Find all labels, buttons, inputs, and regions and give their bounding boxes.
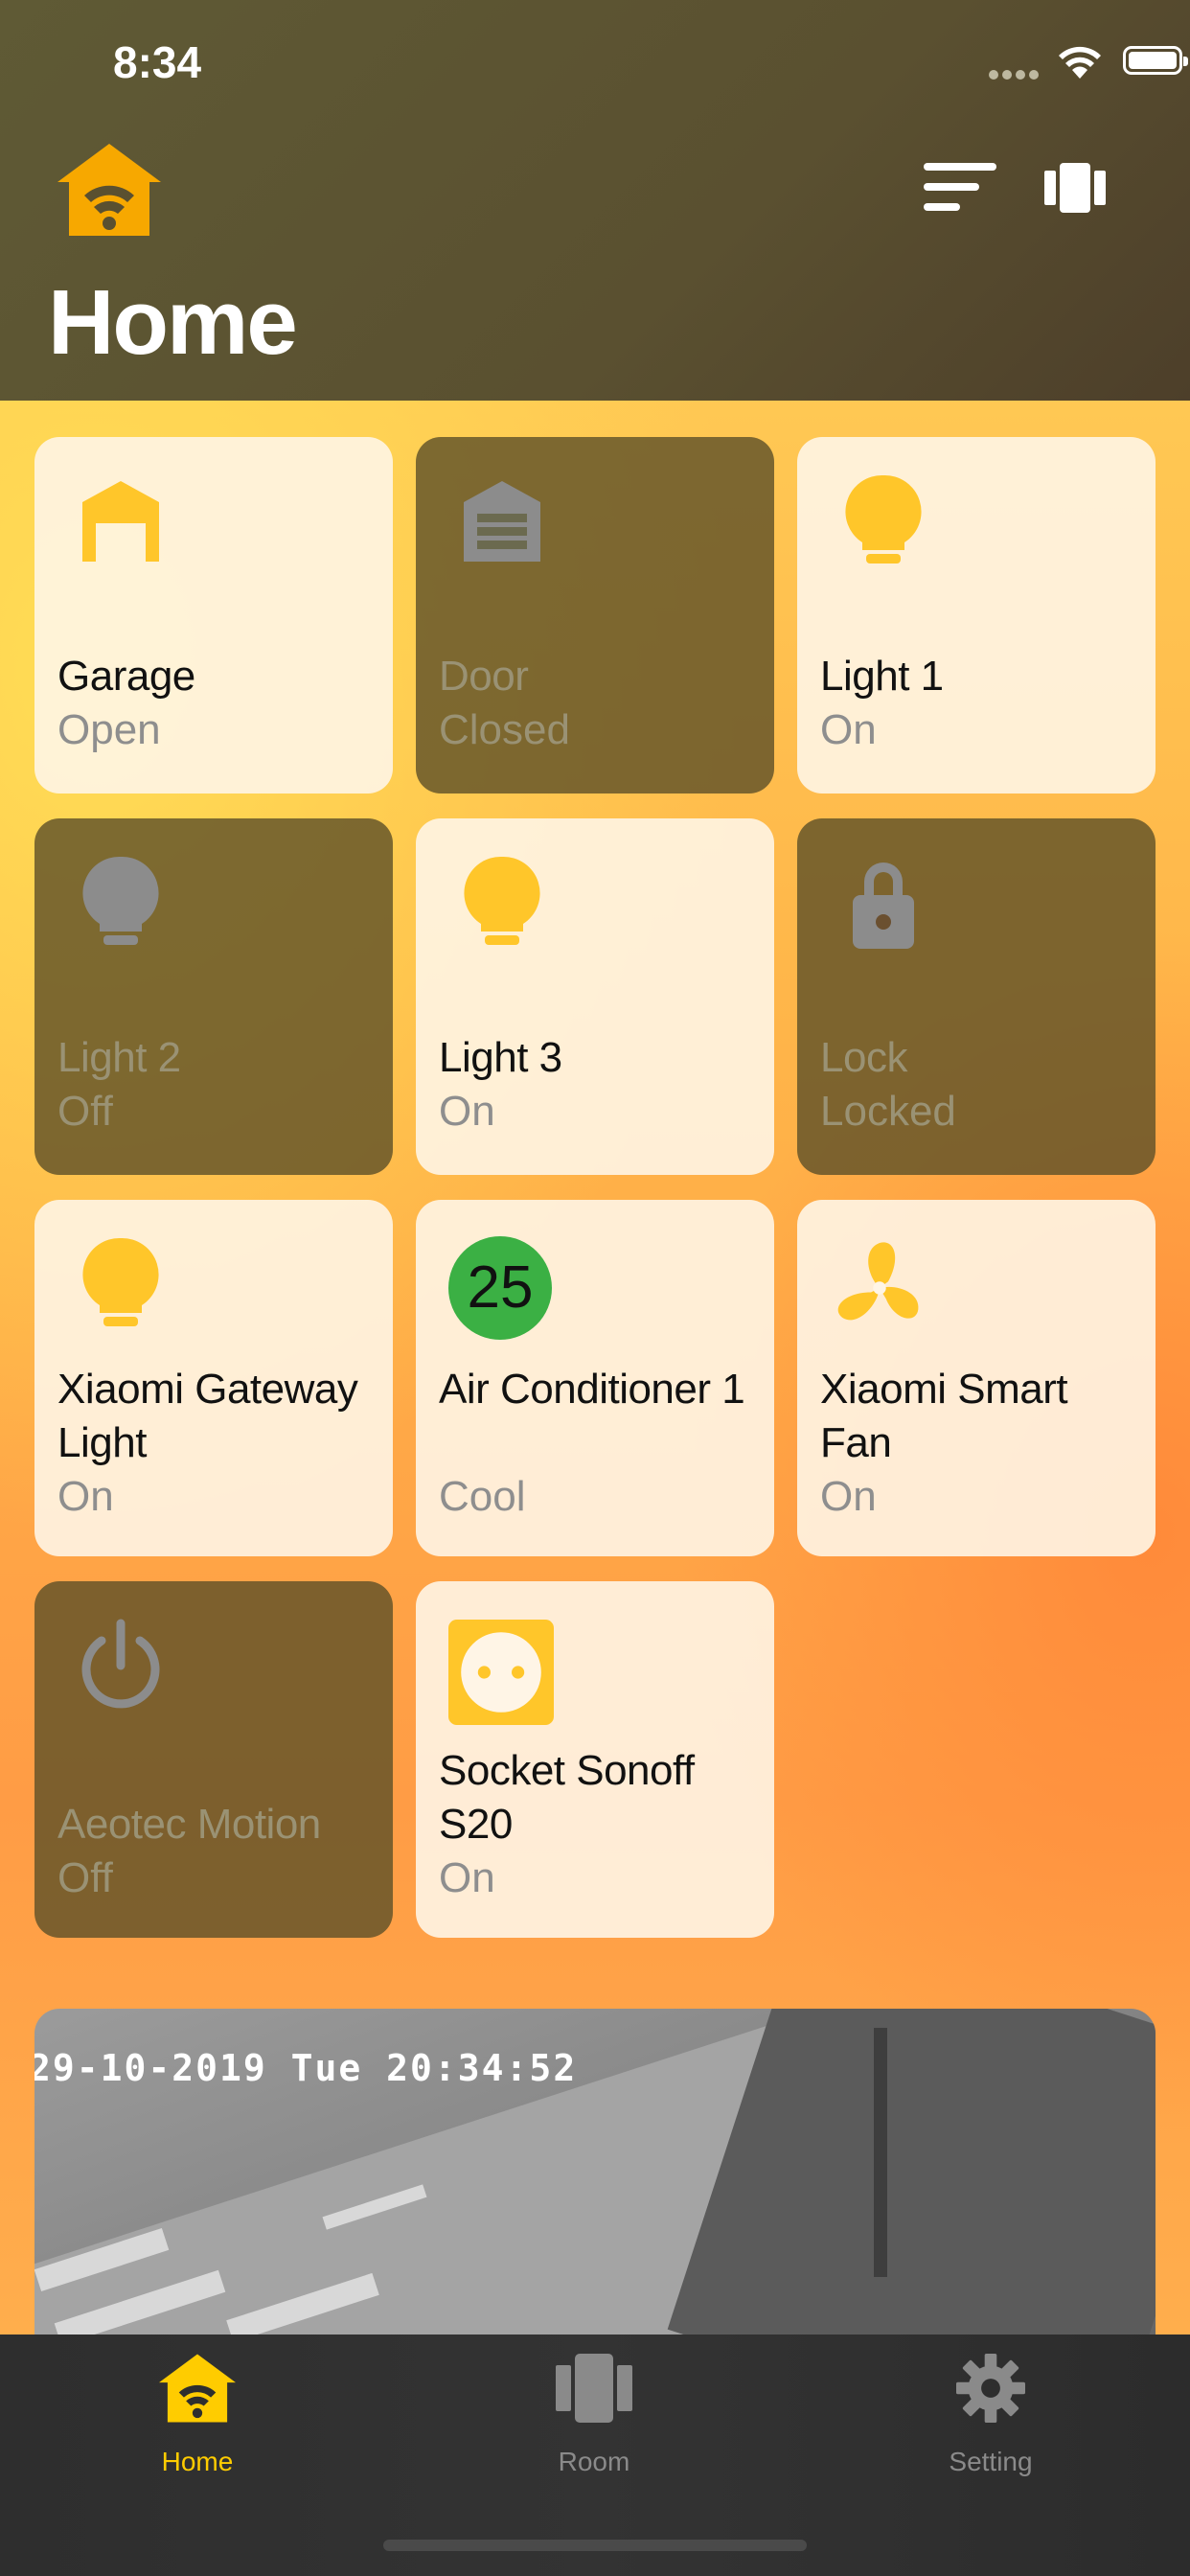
tab-home[interactable]: Home <box>102 2354 293 2507</box>
power-icon <box>81 1619 160 1709</box>
device-name: Door <box>439 653 529 700</box>
device-state: On <box>439 1088 495 1135</box>
sort-icon[interactable] <box>924 163 996 213</box>
gear-icon <box>956 2354 1025 2423</box>
garage-open-icon <box>82 481 159 562</box>
tab-room[interactable]: Room <box>498 2354 690 2507</box>
tab-label: Home <box>161 2447 234 2476</box>
camera-timestamp: 29-10-2019 Tue 20:34:52 <box>34 2047 578 2089</box>
bulb-icon <box>845 474 922 564</box>
device-state: Open <box>57 706 161 753</box>
device-tile-garage[interactable]: Garage Open <box>34 437 393 794</box>
device-tile-xiaomi-gateway-light[interactable]: Xiaomi Gateway Light On <box>34 1200 393 1556</box>
page-title: Home <box>48 271 298 374</box>
status-time: 8:34 <box>113 37 202 87</box>
device-tile-socket-sonoff-s20[interactable]: Socket Sonoff S20 On <box>416 1581 774 1938</box>
device-state: Closed <box>439 706 570 753</box>
device-name: Xiaomi Gateway Light <box>57 1366 358 1466</box>
device-state: On <box>820 706 877 753</box>
device-name: Lock <box>820 1034 907 1081</box>
cellular-signal-icon <box>989 67 1046 80</box>
temperature-badge-icon: 25 <box>448 1236 552 1340</box>
device-tile-lock[interactable]: Lock Locked <box>797 818 1156 1175</box>
device-state: On <box>820 1473 877 1520</box>
device-state: Locked <box>820 1088 956 1135</box>
device-state: Cool <box>439 1473 526 1520</box>
camera-feed[interactable]: 29-10-2019 Tue 20:34:52 <box>34 2009 1156 2334</box>
tab-setting[interactable]: Setting <box>895 2354 1087 2507</box>
device-name: Garage <box>57 653 195 700</box>
room-icon <box>556 2354 632 2423</box>
device-name: Air Conditioner 1 <box>439 1366 745 1413</box>
device-tile-light-3[interactable]: Light 3 On <box>416 818 774 1175</box>
device-tile-xiaomi-smart-fan[interactable]: Xiaomi Smart Fan On <box>797 1200 1156 1556</box>
battery-icon <box>1123 46 1188 75</box>
bulb-icon <box>464 856 540 945</box>
bulb-icon <box>82 856 159 945</box>
device-tile-air-conditioner-1[interactable]: 25 Air Conditioner 1 Cool <box>416 1200 774 1556</box>
camera-tree <box>874 2028 887 2277</box>
header: 8:34 Home <box>0 0 1190 401</box>
device-name: Light 1 <box>820 653 944 700</box>
device-state: Off <box>57 1854 113 1901</box>
socket-icon <box>448 1620 554 1725</box>
wifi-icon <box>1059 46 1101 79</box>
home-wifi-icon <box>57 144 161 236</box>
device-tile-door[interactable]: Door Closed <box>416 437 774 794</box>
device-name: Light 3 <box>439 1034 562 1081</box>
tab-label: Room <box>558 2447 630 2476</box>
device-name: Aeotec Motion <box>57 1801 321 1848</box>
device-tile-light-1[interactable]: Light 1 On <box>797 437 1156 794</box>
device-name: Light 2 <box>57 1034 181 1081</box>
bulb-icon <box>82 1237 159 1326</box>
device-name: Socket Sonoff S20 <box>439 1747 695 1848</box>
room-icon[interactable] <box>1044 163 1106 213</box>
lock-icon <box>853 862 914 949</box>
device-tile-aeotec-motion[interactable]: Aeotec Motion Off <box>34 1581 393 1938</box>
home-indicator <box>383 2540 807 2551</box>
device-name: Xiaomi Smart Fan <box>820 1366 1068 1466</box>
device-tile-light-2[interactable]: Light 2 Off <box>34 818 393 1175</box>
fan-icon <box>837 1242 919 1321</box>
device-state: On <box>439 1854 495 1901</box>
garage-closed-icon <box>464 481 540 562</box>
device-state: On <box>57 1473 114 1520</box>
tab-label: Setting <box>949 2447 1033 2476</box>
home-wifi-icon <box>159 2354 236 2423</box>
device-state: Off <box>57 1088 113 1135</box>
